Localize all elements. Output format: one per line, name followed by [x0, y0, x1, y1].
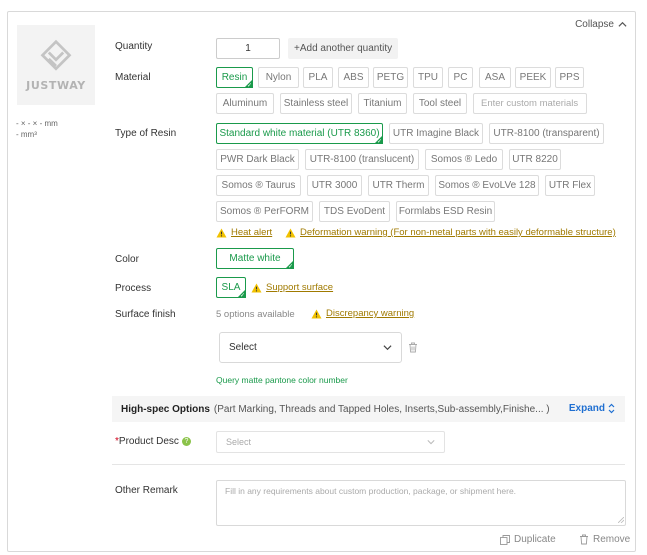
chevron-down-icon — [427, 440, 435, 445]
discrepancy-warning-link[interactable]: Discrepancy warning — [311, 308, 414, 319]
high-spec-options-bar: High-spec Options (Part Marking, Threads… — [112, 396, 625, 422]
material-option-peek[interactable]: PEEK — [515, 67, 551, 88]
resin-option-somos-perform[interactable]: Somos ® PerFORM — [216, 201, 313, 222]
warning-icon — [251, 282, 262, 293]
product-desc-label: *Product Desc? — [115, 436, 191, 447]
material-option-stainless-steel[interactable]: Stainless steel — [280, 93, 352, 114]
deformation-warning-text: Deformation warning (For non-metal parts… — [300, 227, 616, 238]
warning-icon — [216, 227, 227, 238]
part-thumbnail: JUSTWAY — [17, 25, 95, 105]
chevron-down-icon — [383, 345, 392, 351]
remark-label: Other Remark — [115, 485, 178, 496]
volume-line: - mm³ — [16, 130, 37, 139]
material-option-tool-steel[interactable]: Tool steel — [413, 93, 467, 114]
logo-text: JUSTWAY — [26, 78, 86, 92]
resin-option-tds-evodent[interactable]: TDS EvoDent — [319, 201, 390, 222]
resin-option-somos-ledo[interactable]: Somos ® Ledo — [425, 149, 503, 170]
surface-finish-label: Surface finish — [115, 309, 176, 320]
resin-option-formlabs-esd[interactable]: Formlabs ESD Resin — [396, 201, 495, 222]
support-surface-text: Support surface — [266, 282, 334, 293]
product-desc-select[interactable]: Select — [216, 431, 445, 453]
high-spec-title: High-spec Options — [121, 403, 210, 415]
heat-alert-text: Heat alert — [231, 227, 273, 238]
color-label: Color — [115, 254, 139, 265]
collapse-button[interactable]: Collapse — [575, 19, 627, 30]
expand-button[interactable]: Expand — [569, 403, 615, 414]
duplicate-button[interactable]: Duplicate — [500, 534, 556, 545]
warning-icon — [285, 227, 296, 238]
warning-icon — [311, 308, 322, 319]
trash-icon[interactable] — [408, 342, 418, 353]
surface-finish-select[interactable]: Select — [219, 332, 402, 363]
query-pantone-link[interactable]: Query matte pantone color number — [216, 375, 348, 385]
remove-button[interactable]: Remove — [579, 534, 630, 545]
resize-handle-icon[interactable] — [618, 517, 624, 523]
material-label: Material — [115, 72, 151, 83]
resin-option-pwr-dark-black[interactable]: PWR Dark Black — [216, 149, 299, 170]
surface-options-count: 5 options available — [216, 309, 295, 320]
resin-option-utr-imagine-black[interactable]: UTR Imagine Black — [389, 123, 483, 144]
quantity-input[interactable]: 1 — [216, 38, 280, 59]
product-desc-text: Product Desc — [118, 436, 179, 447]
material-option-abs[interactable]: ABS — [338, 67, 369, 88]
material-option-nylon[interactable]: Nylon — [258, 67, 299, 88]
deformation-warning-link[interactable]: Deformation warning (For non-metal parts… — [285, 227, 616, 238]
section-divider — [112, 464, 625, 465]
resin-option-utr-8100-translucent[interactable]: UTR-8100 (translucent) — [305, 149, 419, 170]
resin-option-utr-8360[interactable]: Standard white material (UTR 8360) — [216, 123, 383, 145]
resin-option-somos-evolve-128[interactable]: Somos ® EvoLVe 128 — [435, 175, 539, 196]
high-spec-description: (Part Marking, Threads and Tapped Holes,… — [213, 403, 550, 415]
surface-finish-select-value: Select — [229, 342, 257, 353]
justway-logo-mark — [40, 39, 72, 71]
resin-type-label: Type of Resin — [115, 128, 177, 139]
material-option-pc[interactable]: PC — [448, 67, 473, 88]
resin-option-utr-8220[interactable]: UTR 8220 — [509, 149, 561, 170]
expand-label: Expand — [568, 403, 605, 414]
material-option-pps[interactable]: PPS — [555, 67, 584, 88]
resin-option-utr-therm[interactable]: UTR Therm — [368, 175, 429, 196]
chevron-updown-icon — [608, 403, 615, 414]
collapse-label: Collapse — [575, 19, 614, 30]
quantity-label: Quantity — [115, 41, 153, 52]
material-option-aluminum[interactable]: Aluminum — [216, 93, 274, 114]
trash-icon — [580, 534, 588, 545]
heat-alert-link[interactable]: Heat alert — [216, 227, 272, 238]
resin-option-somos-taurus[interactable]: Somos ® Taurus — [216, 175, 301, 196]
copy-icon — [500, 534, 510, 545]
custom-material-input[interactable]: Enter custom materials — [473, 93, 587, 114]
part-config-card: Collapse JUSTWAY - × - × - mm - mm³ Quan… — [7, 11, 636, 552]
help-icon[interactable]: ? — [181, 436, 191, 446]
size-line: - × - × - mm — [16, 119, 58, 128]
chevron-up-icon — [618, 21, 627, 27]
material-option-titanium[interactable]: Titanium — [358, 93, 407, 114]
process-option-sla[interactable]: SLA — [216, 277, 246, 299]
material-option-tpu[interactable]: TPU — [413, 67, 443, 88]
discrepancy-warning-text: Discrepancy warning — [326, 308, 415, 319]
material-option-asa[interactable]: ASA — [479, 67, 511, 88]
remove-label: Remove — [593, 534, 631, 545]
duplicate-label: Duplicate — [514, 534, 556, 545]
material-option-petg[interactable]: PETG — [373, 67, 408, 88]
resin-option-utr-flex[interactable]: UTR Flex — [545, 175, 595, 196]
part-dimensions: - × - × - mm - mm³ — [16, 118, 58, 140]
color-option-matte-white[interactable]: Matte white — [216, 248, 294, 270]
process-label: Process — [115, 283, 152, 294]
add-quantity-button[interactable]: +Add another quantity — [288, 38, 399, 59]
resin-option-utr-8100-transparent[interactable]: UTR-8100 (transparent) — [489, 123, 604, 144]
remark-textarea[interactable]: Fill in any requirements about custom pr… — [216, 480, 626, 526]
material-option-pla[interactable]: PLA — [303, 67, 333, 88]
resin-option-utr-3000[interactable]: UTR 3000 — [307, 175, 362, 196]
product-desc-placeholder: Select — [226, 437, 252, 447]
material-option-resin[interactable]: Resin — [216, 67, 253, 89]
support-surface-link[interactable]: Support surface — [251, 282, 333, 293]
